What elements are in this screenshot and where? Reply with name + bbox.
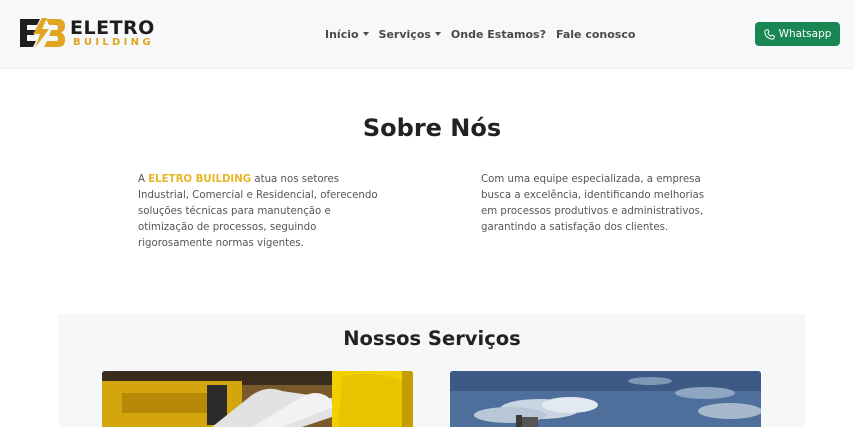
main-nav: Início Serviços Onde Estamos? Fale conos…	[325, 25, 645, 43]
nav-item-servicos[interactable]: Serviços	[379, 28, 441, 41]
about-text-left: A ELETRO BUILDING atua nos setores Indus…	[138, 172, 388, 252]
nav-item-inicio[interactable]: Início	[325, 28, 369, 41]
service-card-image[interactable]	[102, 371, 413, 427]
about-title: Sobre Nós	[362, 114, 502, 142]
nav-item-fale-conosco[interactable]: Fale conosco	[556, 28, 635, 41]
brand-subname: BUILDING	[73, 37, 154, 48]
nav-item-label: Fale conosco	[555, 27, 636, 41]
nav-item-label: Onde Estamos?	[450, 27, 546, 41]
whatsapp-button[interactable]: Whatsapp	[755, 22, 840, 46]
brand-highlight: ELETRO BUILDING	[148, 174, 252, 185]
service-card-image[interactable]	[450, 371, 761, 427]
nav-item-label: Serviços	[378, 27, 431, 41]
chevron-down-icon	[434, 32, 441, 36]
about-text-body: atua nos setores Industrial, Comercial e…	[138, 174, 378, 249]
nav-item-onde-estamos[interactable]: Onde Estamos?	[451, 28, 546, 41]
nav-item-label: Início	[325, 27, 359, 41]
about-text-prefix: A	[138, 174, 149, 185]
whatsapp-button-label: Whatsapp	[778, 28, 832, 40]
brand-name: ELETRO	[70, 17, 155, 39]
eletro-building-logo-mark	[20, 18, 65, 48]
industrial-equipment-photo	[102, 371, 413, 427]
about-text-right: Com uma equipe especializada, a empresa …	[481, 174, 705, 233]
phone-icon	[763, 28, 775, 40]
services-title: Nossos Serviços	[343, 327, 521, 350]
site-header: ELETRO BUILDING Início Serviços Onde Est…	[0, 0, 854, 68]
sky-and-structure-photo	[450, 371, 761, 427]
chevron-down-icon	[362, 32, 369, 36]
brand-logo[interactable]: ELETRO BUILDING	[18, 17, 183, 51]
